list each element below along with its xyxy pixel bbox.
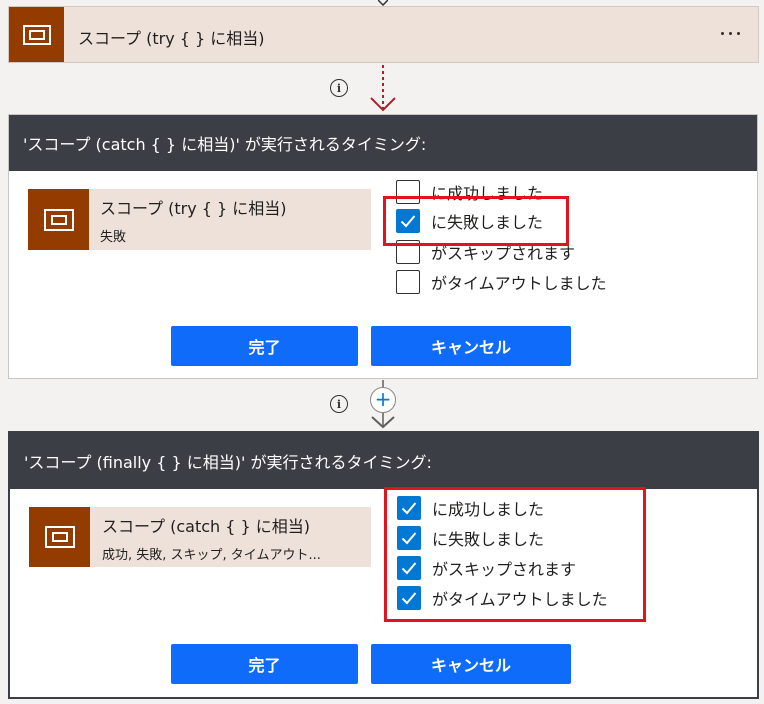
cancel-button[interactable]: キャンセル — [371, 326, 571, 366]
scope-try-title: スコープ (try { } に相当) — [78, 29, 265, 48]
catch-panel-header: 'スコープ (catch { } に相当)' が実行されるタイミング: — [9, 115, 757, 171]
cancel-button[interactable]: キャンセル — [371, 644, 571, 684]
highlight-box — [384, 487, 646, 622]
scope-try-action[interactable]: スコープ (try { } に相当) — [8, 6, 759, 63]
info-icon[interactable]: i — [330, 79, 348, 97]
more-dots-icon — [720, 31, 740, 35]
run-after-dashed-arrow — [370, 65, 396, 112]
info-icon[interactable]: i — [330, 395, 348, 413]
catch-source-action-card: スコープ (try { } に相当) 失敗 — [28, 189, 371, 250]
highlight-box — [383, 196, 569, 246]
scope-icon — [43, 208, 74, 231]
scope-icon — [44, 526, 75, 548]
finally-run-after-panel: 'スコープ (finally { } に相当)' が実行されるタイミング: スコ… — [8, 431, 759, 699]
more-options-button[interactable] — [714, 22, 746, 44]
done-button[interactable]: 完了 — [171, 644, 358, 684]
card-title: スコープ (try { } に相当) — [100, 199, 287, 218]
scope-icon-box — [9, 7, 64, 62]
checkbox-label: がタイムアウトしました — [431, 274, 607, 293]
card-status: 失敗 — [100, 230, 127, 245]
finally-source-action-card: スコープ (catch { } に相当) 成功, 失敗, スキップ, タイムアウ… — [29, 507, 371, 567]
checkbox-timedout[interactable]: がタイムアウトしました — [396, 269, 607, 295]
done-button[interactable]: 完了 — [171, 326, 358, 366]
add-step-button[interactable]: + — [370, 387, 396, 413]
card-status: 成功, 失敗, スキップ, タイムアウト... — [102, 548, 321, 563]
catch-run-after-panel: 'スコープ (catch { } に相当)' が実行されるタイミング: スコープ… — [8, 114, 758, 379]
scope-icon-box — [29, 507, 90, 567]
finally-panel-header: 'スコープ (finally { } に相当)' が実行されるタイミング: — [10, 433, 757, 489]
checkbox-box[interactable] — [396, 270, 420, 294]
scope-icon — [22, 24, 51, 45]
card-title: スコープ (catch { } に相当) — [102, 517, 311, 536]
scope-icon-box — [28, 189, 89, 250]
